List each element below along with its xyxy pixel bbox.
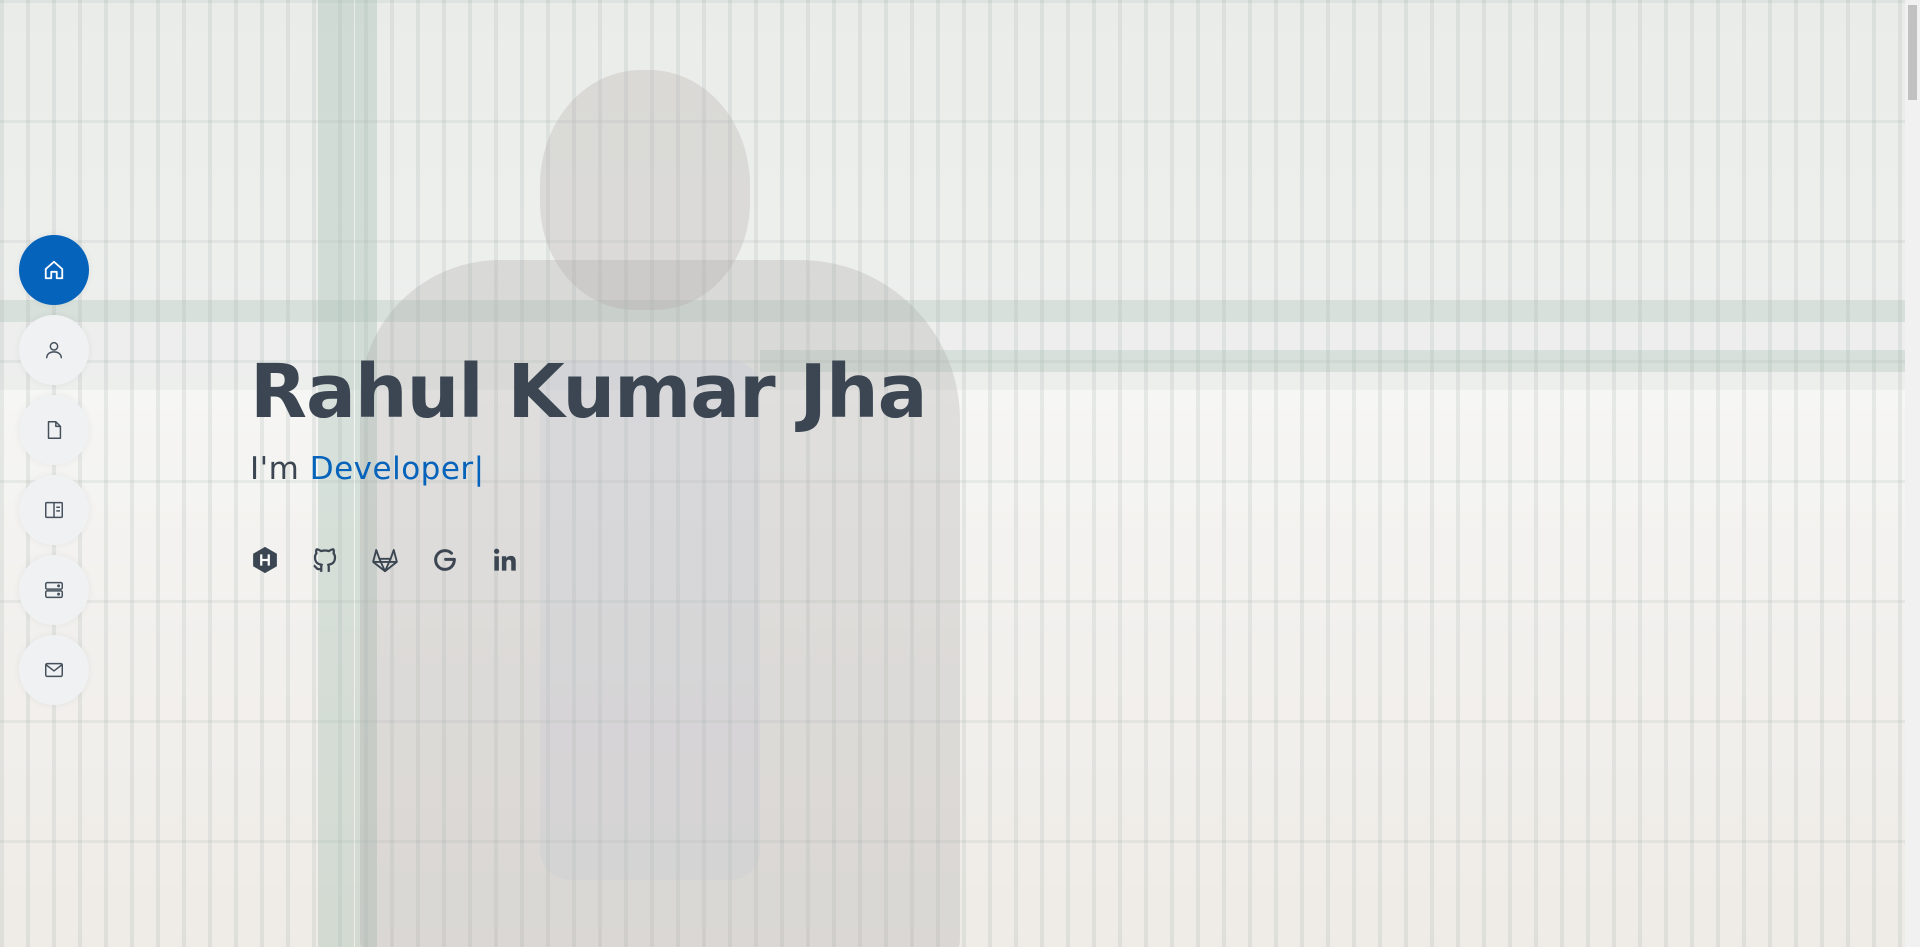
gitlab-icon (372, 549, 398, 573)
tagline-prefix: I'm (250, 451, 300, 487)
book-icon (45, 501, 63, 519)
page-scrollbar[interactable] (1905, 0, 1920, 947)
hero-container: Rahul Kumar Jha I'm Developer| (250, 349, 928, 518)
hackerrank-link[interactable] (250, 543, 310, 577)
server-icon (45, 581, 63, 599)
document-icon (47, 421, 62, 439)
hero-section: Rahul Kumar Jha I'm Developer| (0, 0, 1905, 947)
google-link[interactable] (430, 543, 490, 577)
person-icon (45, 341, 63, 359)
nav-about-button[interactable] (19, 315, 89, 385)
social-links (250, 543, 550, 577)
linkedin-link[interactable] (490, 543, 550, 577)
hero-tagline: I'm Developer| (250, 451, 927, 487)
google-icon (434, 549, 456, 571)
typed-cursor: | (473, 451, 485, 487)
typed-role: Developer (309, 451, 474, 487)
gitlab-link[interactable] (370, 543, 430, 577)
github-icon (313, 548, 337, 572)
nav-resume-button[interactable] (19, 395, 89, 465)
side-navigation (19, 235, 89, 715)
envelope-icon (45, 662, 63, 678)
nav-contact-button[interactable] (19, 635, 89, 705)
hackerrank-icon (253, 546, 277, 574)
github-link[interactable] (310, 543, 370, 577)
nav-services-button[interactable] (19, 555, 89, 625)
nav-home-button[interactable] (19, 235, 89, 305)
home-icon (44, 260, 64, 280)
nav-portfolio-button[interactable] (19, 475, 89, 545)
scrollbar-thumb[interactable] (1908, 5, 1917, 100)
hero-name: Rahul Kumar Jha (250, 349, 928, 435)
linkedin-icon (494, 548, 516, 571)
